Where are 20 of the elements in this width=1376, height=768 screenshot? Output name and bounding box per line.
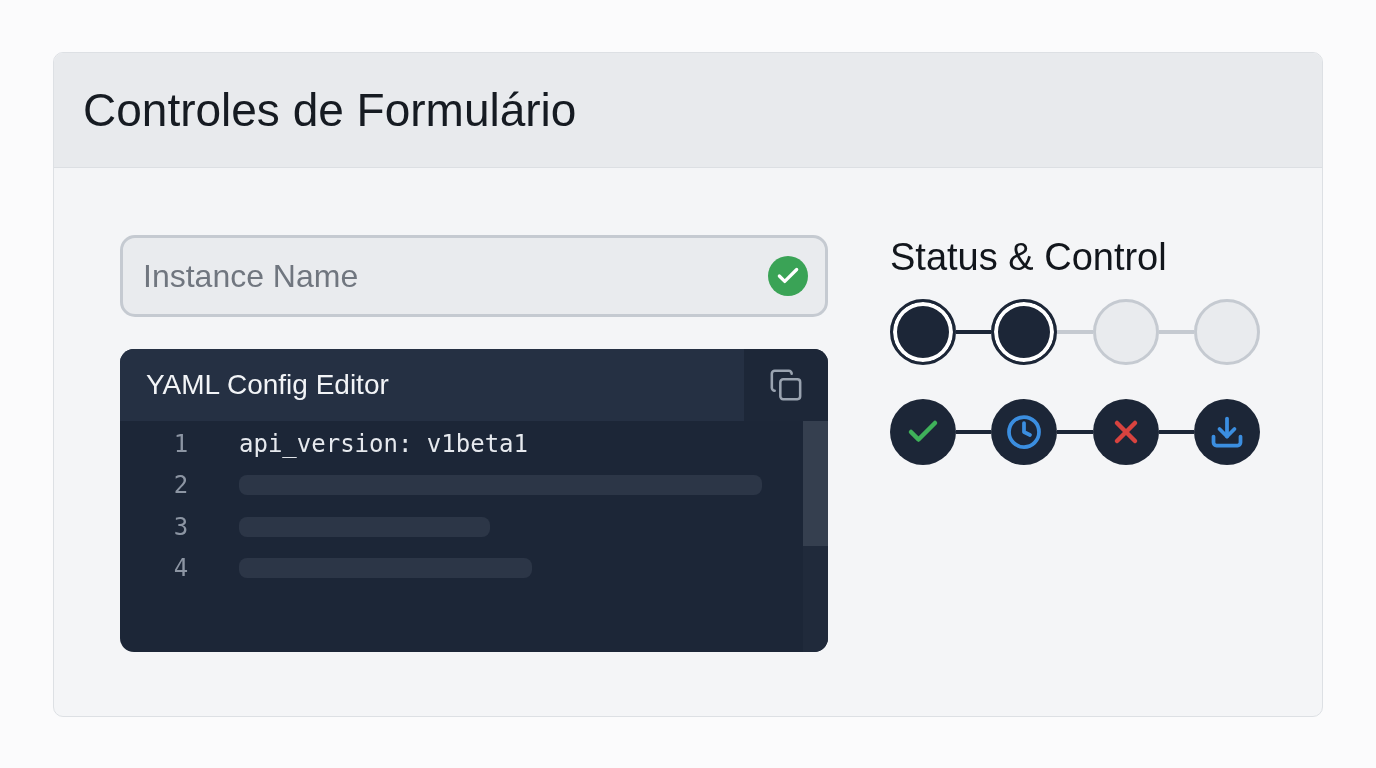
step-connector (1057, 330, 1093, 334)
clock-icon (1006, 414, 1043, 450)
step-connector (956, 330, 992, 334)
action-connector (1057, 430, 1093, 434)
card-title: Controles de Formulário (83, 83, 577, 137)
line-number: 4 (172, 554, 190, 583)
line-number: 3 (172, 512, 190, 541)
action-connector (1158, 430, 1194, 434)
editor-title: YAML Config Editor (120, 349, 744, 421)
section-title: Status & Control (890, 235, 1168, 279)
copy-icon (769, 368, 803, 402)
step-connector (1158, 330, 1194, 334)
action-connector (956, 430, 992, 434)
line-number: 2 (172, 471, 190, 500)
line-number: 1 (172, 429, 190, 458)
instance-name-field[interactable]: Instance Name (120, 235, 828, 317)
scrollbar-thumb[interactable] (803, 421, 828, 546)
code-line: api_version: v1beta1 (239, 429, 528, 458)
scrollbar-track[interactable] (803, 421, 828, 652)
download-icon (1209, 414, 1245, 450)
